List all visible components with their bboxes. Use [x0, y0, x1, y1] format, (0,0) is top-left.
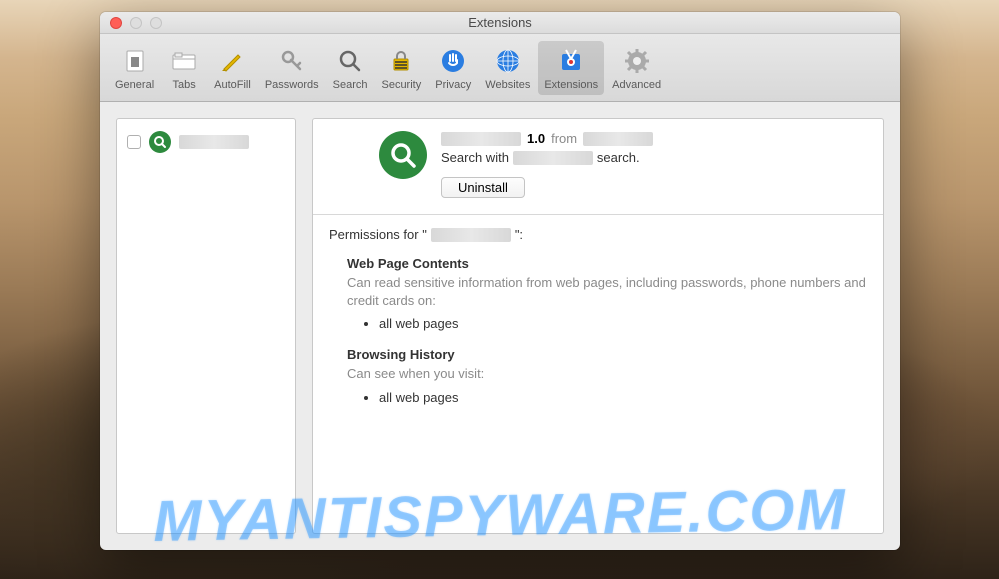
tab-label: AutoFill — [214, 79, 251, 91]
permission-item: all web pages — [379, 316, 867, 331]
perm-title-suffix: ": — [515, 227, 523, 242]
extension-author-redacted — [583, 132, 653, 146]
extension-name-redacted — [431, 228, 511, 242]
close-button[interactable] — [110, 17, 122, 29]
permission-description: Can read sensitive information from web … — [347, 274, 867, 310]
titlebar[interactable]: Extensions — [100, 12, 900, 34]
desc-prefix: Search with — [441, 150, 509, 165]
extension-name-redacted — [441, 132, 521, 146]
tab-label: Passwords — [265, 79, 319, 91]
extension-title-line: 1.0 from — [441, 131, 867, 146]
extensions-icon — [555, 45, 587, 77]
tab-label: General — [115, 79, 154, 91]
tab-privacy[interactable]: Privacy — [429, 41, 477, 95]
tab-general[interactable]: General — [109, 41, 160, 95]
tabs-icon — [168, 45, 200, 77]
globe-icon — [492, 45, 524, 77]
permission-heading: Browsing History — [347, 347, 867, 362]
extension-version: 1.0 — [527, 131, 545, 146]
uninstall-button[interactable]: Uninstall — [441, 177, 525, 198]
extension-enable-checkbox[interactable] — [127, 135, 141, 149]
permissions-title: Permissions for " ": — [329, 227, 867, 242]
tab-label: Privacy — [435, 79, 471, 91]
permission-section-web-contents: Web Page Contents Can read sensitive inf… — [347, 256, 867, 331]
traffic-lights — [100, 17, 162, 29]
extension-info: 1.0 from Search with search. Uninstall — [441, 131, 867, 198]
tab-advanced[interactable]: Advanced — [606, 41, 667, 95]
permission-description: Can see when you visit: — [347, 365, 867, 383]
tab-label: Extensions — [544, 79, 598, 91]
extension-description: Search with search. — [441, 150, 867, 165]
tab-autofill[interactable]: AutoFill — [208, 41, 257, 95]
tab-passwords[interactable]: Passwords — [259, 41, 325, 95]
maximize-button[interactable] — [150, 17, 162, 29]
tab-websites[interactable]: Websites — [479, 41, 536, 95]
minimize-button[interactable] — [130, 17, 142, 29]
permission-list: all web pages — [379, 316, 867, 331]
tab-label: Websites — [485, 79, 530, 91]
extensions-sidebar — [116, 118, 296, 534]
extension-list-item[interactable] — [123, 125, 289, 159]
tab-label: Security — [381, 79, 421, 91]
hand-icon — [437, 45, 469, 77]
tab-label: Tabs — [173, 79, 196, 91]
desc-suffix: search. — [597, 150, 640, 165]
preferences-window: Extensions General Tabs AutoFill Passwor… — [100, 12, 900, 550]
extension-header: 1.0 from Search with search. Uninstall — [329, 131, 867, 210]
search-icon — [334, 45, 366, 77]
content-area: 1.0 from Search with search. Uninstall P… — [100, 102, 900, 550]
extension-provider-redacted — [513, 151, 593, 165]
permission-item: all web pages — [379, 390, 867, 405]
extension-details: 1.0 from Search with search. Uninstall P… — [312, 118, 884, 534]
preferences-toolbar: General Tabs AutoFill Passwords Search — [100, 34, 900, 102]
autofill-icon — [216, 45, 248, 77]
permission-heading: Web Page Contents — [347, 256, 867, 271]
extension-icon — [149, 131, 171, 153]
window-title: Extensions — [100, 15, 900, 30]
tab-label: Advanced — [612, 79, 661, 91]
gear-icon — [621, 45, 653, 77]
tab-security[interactable]: Security — [375, 41, 427, 95]
key-icon — [276, 45, 308, 77]
tab-extensions[interactable]: Extensions — [538, 41, 604, 95]
from-label: from — [551, 131, 577, 146]
divider — [313, 214, 883, 215]
lock-icon — [385, 45, 417, 77]
tab-label: Search — [333, 79, 368, 91]
permission-section-history: Browsing History Can see when you visit:… — [347, 347, 867, 404]
tab-tabs[interactable]: Tabs — [162, 41, 206, 95]
extension-name-redacted — [179, 135, 249, 149]
general-icon — [119, 45, 151, 77]
permission-list: all web pages — [379, 390, 867, 405]
tab-search[interactable]: Search — [327, 41, 374, 95]
extension-icon-large — [379, 131, 427, 179]
perm-title-prefix: Permissions for " — [329, 227, 427, 242]
